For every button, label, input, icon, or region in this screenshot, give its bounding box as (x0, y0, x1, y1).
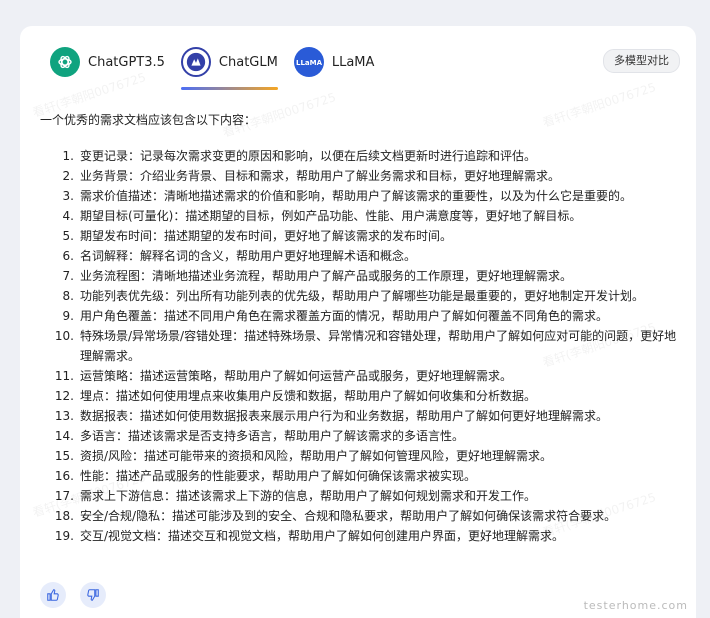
answer-content: 一个优秀的需求文档应该包含以下内容： 1. 变更记录：记录每次需求变更的原因和影响… (40, 110, 680, 546)
tab-label: ChatGPT3.5 (88, 54, 165, 70)
list-item-text: 安全/合规/隐私：描述可能涉及到的安全、合规和隐私要求，帮助用户了解如何确保该需… (80, 509, 617, 523)
list-item-number: 4. (62, 209, 74, 223)
list-item: 9. 用户角色覆盖：描述不同用户角色在需求覆盖方面的情况，帮助用户了解如何覆盖不同… (40, 306, 680, 326)
list-item-text: 埋点：描述如何使用埋点来收集用户反馈和数据，帮助用户了解如何收集和分析数据。 (80, 389, 537, 403)
list-item-number: 11. (54, 369, 74, 383)
list-item-number: 15. (54, 449, 74, 463)
dislike-button[interactable] (80, 582, 106, 608)
list-item-number: 5. (62, 229, 74, 243)
list-item: 3. 需求价值描述：清晰地描述需求的价值和影响，帮助用户了解该需求的重要性，以及为… (40, 186, 680, 206)
list-item: 10. 特殊场景/异常场景/容错处理：描述特殊场景、异常情况和容错处理，帮助用户了… (40, 326, 680, 366)
list-item-text: 需求上下游信息：描述该需求上下游的信息，帮助用户了解如何规划需求和开发工作。 (80, 489, 537, 503)
openai-logo-icon (50, 47, 80, 77)
list-item-number: 7. (62, 269, 74, 283)
thumbs-up-icon (47, 589, 59, 601)
chat-answer-card: ChatGPT3.5 ChatGLM LLaMA LLaMA 多模型对比 看轩(… (20, 26, 696, 618)
list-item: 11. 运营策略：描述运营策略，帮助用户了解如何运营产品或服务，更好地理解需求。 (40, 366, 680, 386)
tab-label: LLaMA (331, 54, 375, 70)
list-item-text: 特殊场景/异常场景/容错处理：描述特殊场景、异常情况和容错处理，帮助用户了解如何… (80, 329, 677, 363)
list-item-text: 期望目标(可量化)：描述期望的目标，例如产品功能、性能、用户满意度等，更好地了解… (80, 209, 582, 223)
list-item: 8. 功能列表优先级：列出所有功能列表的优先级，帮助用户了解哪些功能是最重要的，更… (40, 286, 680, 306)
model-tabs: ChatGPT3.5 ChatGLM LLaMA LLaMA (50, 44, 390, 90)
site-watermark: testerhome.com (583, 599, 688, 612)
list-item-text: 用户角色覆盖：描述不同用户角色在需求覆盖方面的情况，帮助用户了解如何覆盖不同角色… (80, 309, 609, 323)
list-item-text: 性能：描述产品或服务的性能要求，帮助用户了解如何确保该需求被实现。 (80, 469, 477, 483)
list-item: 15. 资损/风险：描述可能带来的资损和风险，帮助用户了解如何管理风险，更好地理解… (40, 446, 680, 466)
list-item: 5. 期望发布时间：描述期望的发布时间，更好地了解该需求的发布时间。 (40, 226, 680, 246)
svg-text:LLaMA: LLaMA (296, 59, 323, 67)
list-item: 14. 多语言：描述该需求是否支持多语言，帮助用户了解该需求的多语言性。 (40, 426, 680, 446)
list-item-text: 多语言：描述该需求是否支持多语言，帮助用户了解该需求的多语言性。 (80, 429, 465, 443)
list-item: 18. 安全/合规/隐私：描述可能涉及到的安全、合规和隐私要求，帮助用户了解如何确… (40, 506, 680, 526)
list-item-number: 9. (62, 309, 74, 323)
list-item-text: 期望发布时间：描述期望的发布时间，更好地了解该需求的发布时间。 (80, 229, 453, 243)
list-item-number: 16. (54, 469, 74, 483)
list-item-number: 17. (54, 489, 74, 503)
list-item-text: 业务流程图：清晰地描述业务流程，帮助用户了解产品或服务的工作原理，更好地理解需求… (80, 269, 573, 283)
list-item-text: 业务背景：介绍业务背景、目标和需求，帮助用户了解业务需求和目标，更好地理解需求。 (80, 169, 561, 183)
list-item-number: 18. (54, 509, 74, 523)
list-item-text: 运营策略：描述运营策略，帮助用户了解如何运营产品或服务，更好地理解需求。 (80, 369, 513, 383)
list-item: 16. 性能：描述产品或服务的性能要求，帮助用户了解如何确保该需求被实现。 (40, 466, 680, 486)
tab-chatgpt[interactable]: ChatGPT3.5 (50, 44, 165, 80)
list-item-number: 19. (54, 529, 74, 543)
list-item-text: 功能列表优先级：列出所有功能列表的优先级，帮助用户了解哪些功能是最重要的，更好地… (80, 289, 645, 303)
multi-model-compare-button[interactable]: 多模型对比 (603, 49, 680, 73)
list-item-number: 13. (54, 409, 74, 423)
list-item-number: 6. (62, 249, 74, 263)
list-item-text: 需求价值描述：清晰地描述需求的价值和影响，帮助用户了解该需求的重要性，以及为什么… (80, 189, 633, 203)
list-item: 12. 埋点：描述如何使用埋点来收集用户反馈和数据，帮助用户了解如何收集和分析数据… (40, 386, 680, 406)
thumbs-down-icon (87, 589, 99, 601)
list-item-number: 2. (62, 169, 74, 183)
list-item-number: 10. (54, 329, 74, 343)
list-item-text: 资损/风险：描述可能带来的资损和风险，帮助用户了解如何管理风险，更好地理解需求。 (80, 449, 553, 463)
list-item-number: 14. (54, 429, 74, 443)
list-item-text: 名词解释：解释名词的含义，帮助用户更好地理解术语和概念。 (80, 249, 417, 263)
list-item: 17. 需求上下游信息：描述该需求上下游的信息，帮助用户了解如何规划需求和开发工作… (40, 486, 680, 506)
list-item-text: 数据报表：描述如何使用数据报表来展示用户行为和业务数据，帮助用户了解如何更好地理… (80, 409, 609, 423)
list-item: 2. 业务背景：介绍业务背景、目标和需求，帮助用户了解业务需求和目标，更好地理解需… (40, 166, 680, 186)
list-item: 7. 业务流程图：清晰地描述业务流程，帮助用户了解产品或服务的工作原理，更好地理解… (40, 266, 680, 286)
chatglm-logo-icon (180, 47, 211, 77)
like-button[interactable] (40, 582, 66, 608)
llama-logo-icon: LLaMA (293, 47, 324, 77)
list-item: 6. 名词解释：解释名词的含义，帮助用户更好地理解术语和概念。 (40, 246, 680, 266)
list-item-text: 交互/视觉文档：描述交互和视觉文档，帮助用户了解如何创建用户界面，更好地理解需求… (80, 529, 565, 543)
list-item-number: 12. (54, 389, 74, 403)
list-item-number: 8. (62, 289, 74, 303)
tab-chatglm[interactable]: ChatGLM (180, 44, 278, 90)
list-item: 1. 变更记录：记录每次需求变更的原因和影响，以便在后续文档更新时进行追踪和评估。 (40, 146, 680, 166)
answer-intro: 一个优秀的需求文档应该包含以下内容： (40, 113, 257, 127)
list-item: 4. 期望目标(可量化)：描述期望的目标，例如产品功能、性能、用户满意度等，更好地… (40, 206, 680, 226)
tab-label: ChatGLM (218, 54, 278, 70)
requirements-list: 1. 变更记录：记录每次需求变更的原因和影响，以便在后续文档更新时进行追踪和评估。… (40, 146, 680, 546)
list-item-number: 3. (62, 189, 74, 203)
tab-llama[interactable]: LLaMA LLaMA (293, 44, 375, 80)
list-item: 13. 数据报表：描述如何使用数据报表来展示用户行为和业务数据，帮助用户了解如何更… (40, 406, 680, 426)
list-item: 19. 交互/视觉文档：描述交互和视觉文档，帮助用户了解如何创建用户界面，更好地理… (40, 526, 680, 546)
list-item-number: 1. (62, 149, 74, 163)
list-item-text: 变更记录：记录每次需求变更的原因和影响，以便在后续文档更新时进行追踪和评估。 (80, 149, 537, 163)
